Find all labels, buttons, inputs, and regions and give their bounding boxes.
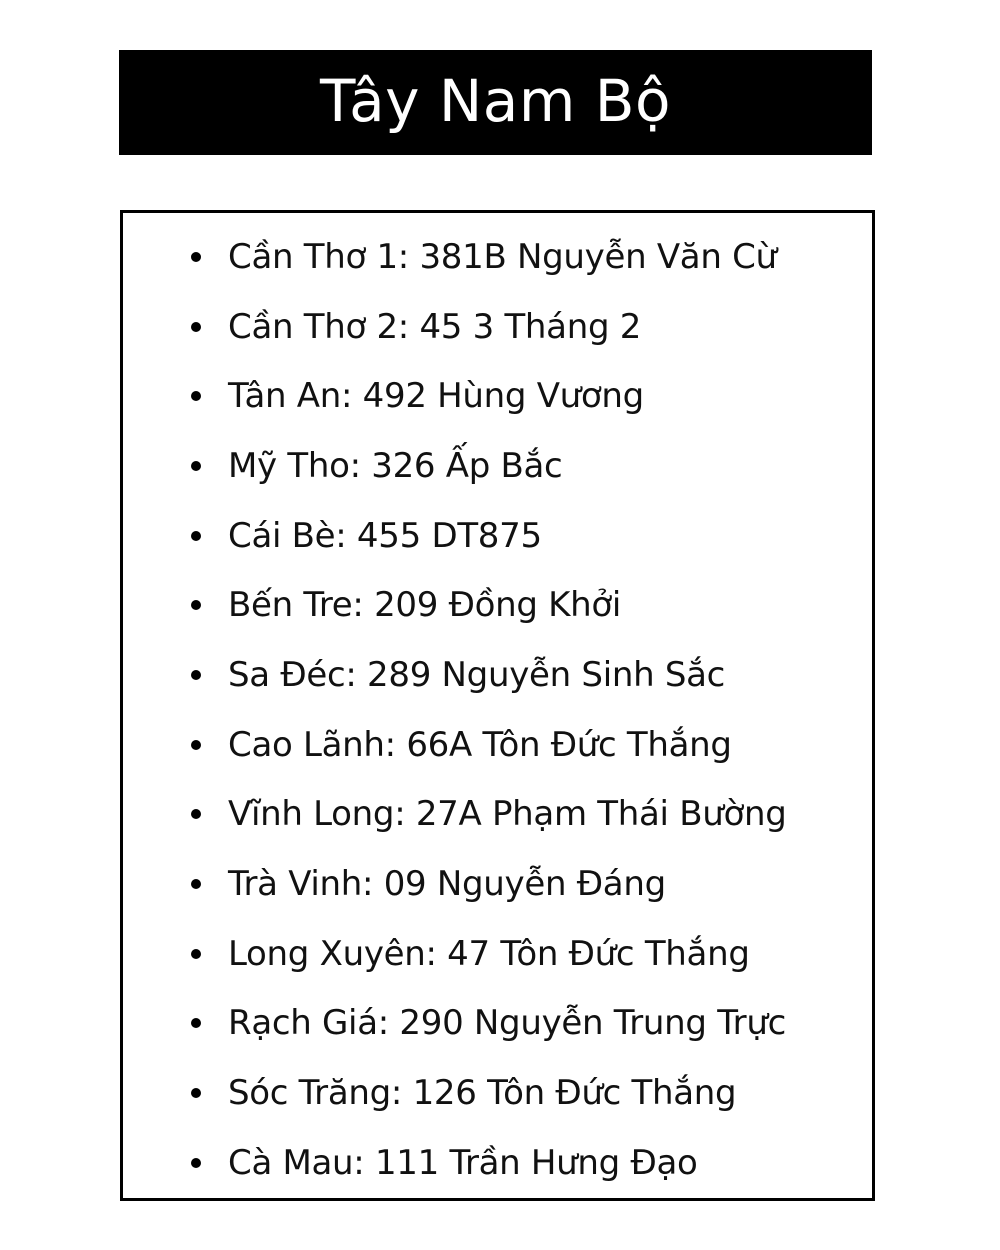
bullet-icon bbox=[191, 321, 201, 332]
bullet-icon bbox=[191, 948, 201, 959]
bullet-icon bbox=[191, 1157, 201, 1168]
list-item: Rạch Giá: 290 Nguyễn Trung Trực bbox=[123, 989, 872, 1059]
branch-address: Sóc Trăng: 126 Tôn Đức Thắng bbox=[228, 1073, 737, 1114]
bullet-icon bbox=[191, 391, 201, 402]
list-item: Cà Mau: 111 Trần Hưng Đạo bbox=[123, 1128, 872, 1198]
list-item: Cao Lãnh: 66A Tôn Đức Thắng bbox=[123, 710, 872, 780]
branch-address: Cần Thơ 2: 45 3 Tháng 2 bbox=[228, 306, 642, 347]
bullet-icon bbox=[191, 1018, 201, 1029]
branch-address: Vĩnh Long: 27A Phạm Thái Bường bbox=[228, 794, 787, 835]
list-item: Bến Tre: 209 Đồng Khởi bbox=[123, 570, 872, 640]
branch-address: Long Xuyên: 47 Tôn Đức Thắng bbox=[228, 933, 750, 974]
list-item: Mỹ Tho: 326 Ấp Bắc bbox=[123, 431, 872, 501]
branch-address: Mỹ Tho: 326 Ấp Bắc bbox=[228, 445, 563, 486]
list-item: Sóc Trăng: 126 Tôn Đức Thắng bbox=[123, 1058, 872, 1128]
branch-address: Cao Lãnh: 66A Tôn Đức Thắng bbox=[228, 724, 732, 765]
list-item: Long Xuyên: 47 Tôn Đức Thắng bbox=[123, 919, 872, 989]
bullet-icon bbox=[191, 669, 201, 680]
branch-address: Bến Tre: 209 Đồng Khởi bbox=[228, 585, 622, 626]
list-item: Tân An: 492 Hùng Vương bbox=[123, 361, 872, 431]
branch-address: Trà Vinh: 09 Nguyễn Đáng bbox=[228, 864, 666, 905]
branch-address: Cần Thơ 1: 381B Nguyễn Văn Cừ bbox=[228, 236, 777, 277]
branch-address: Sa Đéc: 289 Nguyễn Sinh Sắc bbox=[228, 654, 726, 695]
list-item: Vĩnh Long: 27A Phạm Thái Bường bbox=[123, 780, 872, 850]
branch-address: Cái Bè: 455 DT875 bbox=[228, 515, 542, 556]
bullet-icon bbox=[191, 1088, 201, 1099]
bullet-icon bbox=[191, 251, 201, 262]
list-item: Trà Vinh: 09 Nguyễn Đáng bbox=[123, 849, 872, 919]
branch-address: Rạch Giá: 290 Nguyễn Trung Trực bbox=[228, 1003, 786, 1044]
list-item: Sa Đéc: 289 Nguyễn Sinh Sắc bbox=[123, 640, 872, 710]
page-title: Tây Nam Bộ bbox=[319, 66, 672, 135]
bullet-icon bbox=[191, 879, 201, 890]
bullet-icon bbox=[191, 809, 201, 820]
branch-list-box: Cần Thơ 1: 381B Nguyễn Văn Cừ Cần Thơ 2:… bbox=[120, 210, 875, 1201]
bullet-icon bbox=[191, 600, 201, 611]
list-item: Cái Bè: 455 DT875 bbox=[123, 501, 872, 571]
bullet-icon bbox=[191, 460, 201, 471]
title-banner: Tây Nam Bộ bbox=[119, 50, 872, 155]
list-item: Cần Thơ 1: 381B Nguyễn Văn Cừ bbox=[123, 222, 872, 292]
bullet-icon bbox=[191, 739, 201, 750]
branch-address: Cà Mau: 111 Trần Hưng Đạo bbox=[228, 1142, 698, 1183]
branch-list: Cần Thơ 1: 381B Nguyễn Văn Cừ Cần Thơ 2:… bbox=[123, 222, 872, 1198]
bullet-icon bbox=[191, 530, 201, 541]
list-item: Cần Thơ 2: 45 3 Tháng 2 bbox=[123, 292, 872, 362]
branch-address: Tân An: 492 Hùng Vương bbox=[228, 376, 644, 417]
